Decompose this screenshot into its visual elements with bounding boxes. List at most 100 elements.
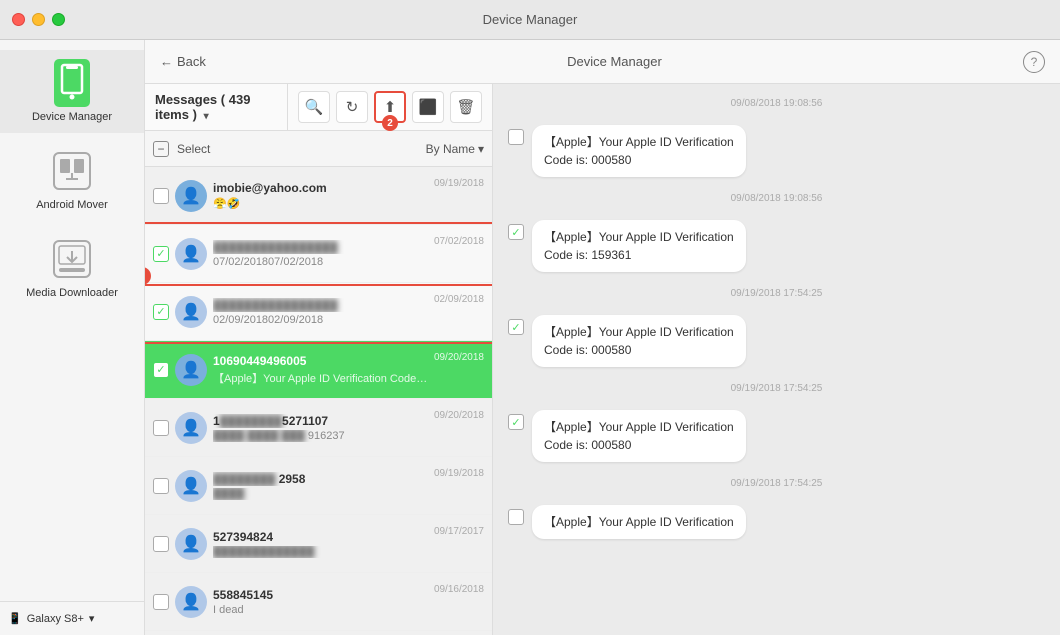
back-label: Back: [177, 54, 206, 69]
message-name: 1████████5271107: [213, 414, 428, 428]
message-date: 09/17/2017: [434, 526, 484, 537]
message-name: 10690449496005: [213, 354, 428, 368]
list-item[interactable]: 👤 527394824 █████████████ 09/17/2017: [145, 515, 492, 573]
message-info: ████████████████ 07/02/201807/02/2018: [213, 240, 428, 268]
avatar: 👤: [175, 238, 207, 270]
message-preview: 😤🤣: [213, 197, 428, 210]
message-bubble: 【Apple】Your Apple ID VerificationCode is…: [532, 410, 746, 462]
message-timestamp: 09/08/2018 19:08:56: [508, 98, 1045, 109]
list-item[interactable]: 👤 1████████5271107 ████ ████ ███ 916237 …: [145, 399, 492, 457]
annotation-2: 2: [382, 115, 398, 131]
bubble-checkbox[interactable]: [508, 129, 524, 145]
traffic-lights: [12, 13, 65, 26]
message-checkbox[interactable]: [153, 304, 169, 320]
device-icon: 📱: [8, 612, 22, 625]
export-button[interactable]: ⬆ 2: [374, 91, 406, 123]
message-name: ████████ 2958: [213, 472, 428, 486]
back-arrow-icon: ←: [160, 54, 173, 69]
deselect-all-button[interactable]: −: [153, 141, 169, 157]
delete-button[interactable]: 🗑: [450, 91, 482, 123]
sidebar-item-device-manager[interactable]: Device Manager: [0, 50, 144, 133]
message-bubble: 【Apple】Your Apple ID VerificationCode is…: [532, 315, 746, 367]
message-checkbox[interactable]: [153, 536, 169, 552]
message-detail-panel: 09/08/2018 19:08:56 【Apple】Your Apple ID…: [493, 84, 1060, 635]
sort-by-name-button[interactable]: By Name ▾: [426, 142, 484, 156]
message-checkbox[interactable]: [153, 420, 169, 436]
message-checkbox[interactable]: [153, 362, 169, 378]
main-layout: Device Manager Android Mover: [0, 40, 1060, 635]
sidebar: Device Manager Android Mover: [0, 40, 145, 635]
message-bubble: 【Apple】Your Apple ID VerificationCode is…: [532, 125, 746, 177]
avatar: 👤: [175, 412, 207, 444]
media-downloader-icon: [50, 236, 95, 281]
message-timestamp: 09/19/2018 17:54:25: [508, 478, 1045, 489]
avatar: 👤: [175, 586, 207, 618]
bubble-row: 【Apple】Your Apple ID VerificationCode is…: [508, 125, 1045, 177]
trash-icon: 🗑: [456, 98, 475, 116]
message-preview: 02/09/201802/09/2018: [213, 314, 428, 326]
sidebar-item-android-mover[interactable]: Android Mover: [0, 138, 144, 221]
bubble-checkbox[interactable]: [508, 509, 524, 525]
android-mover-icon: [50, 148, 95, 193]
import-button[interactable]: ⬛: [412, 91, 444, 123]
help-button[interactable]: ?: [1023, 51, 1045, 73]
message-checkbox[interactable]: [153, 188, 169, 204]
message-date: 09/19/2018: [434, 468, 484, 479]
message-info: 10690449496005 【Apple】Your Apple ID Veri…: [213, 354, 428, 386]
list-item[interactable]: 👤 10690449496005 【Apple】Your Apple ID Ve…: [145, 341, 492, 399]
title-dropdown-arrow[interactable]: ▾: [204, 111, 209, 122]
bubble-checkbox[interactable]: [508, 319, 524, 335]
window-title: Device Manager: [483, 12, 578, 27]
message-date: 09/19/2018: [434, 178, 484, 189]
content-area: ← Back Device Manager ? Messages (: [145, 40, 1060, 635]
device-selector[interactable]: 📱 Galaxy S8+ ▾: [8, 612, 136, 625]
message-list-panel: Messages ( 439 items ) ▾ 🔍 ↻: [145, 84, 493, 635]
search-button[interactable]: 🔍: [298, 91, 330, 123]
message-info: ████████ 2958 ████: [213, 472, 428, 500]
export-icon: ⬆: [384, 98, 397, 116]
message-name: ████████████████: [213, 298, 428, 312]
message-checkbox[interactable]: [153, 478, 169, 494]
minus-icon: −: [157, 142, 164, 156]
message-preview: 【Apple】Your Apple ID Verification Code i…: [213, 370, 428, 386]
message-date: 09/16/2018: [434, 584, 484, 595]
list-item[interactable]: 👤 ████████ 2958 ████ 09/19/2018: [145, 457, 492, 515]
message-date: 09/20/2018: [434, 352, 484, 363]
message-info: ████████████████ 02/09/201802/09/2018: [213, 298, 428, 326]
message-date: 02/09/2018: [434, 294, 484, 305]
sidebar-item-media-downloader[interactable]: Media Downloader: [0, 226, 144, 309]
refresh-button[interactable]: ↻: [336, 91, 368, 123]
bubble-checkbox[interactable]: [508, 224, 524, 240]
chevron-down-icon: ▾: [89, 612, 95, 625]
message-preview: 07/02/201807/02/2018: [213, 256, 428, 268]
search-icon: 🔍: [305, 98, 324, 116]
sidebar-item-android-mover-label: Android Mover: [36, 199, 108, 211]
annotation-1: 1: [145, 267, 151, 285]
fullscreen-button[interactable]: [52, 13, 65, 26]
message-bubble: 【Apple】Your Apple ID Verification: [532, 505, 746, 539]
select-row: − Select By Name ▾: [145, 131, 492, 167]
close-button[interactable]: [12, 13, 25, 26]
list-item[interactable]: 👤 imobie@yahoo.com 😤🤣 09/19/2018: [145, 167, 492, 225]
bubble-row: 【Apple】Your Apple ID VerificationCode is…: [508, 315, 1045, 367]
sidebar-item-device-manager-label: Device Manager: [32, 111, 112, 123]
list-item[interactable]: 👤 ████████████████ 02/09/201802/09/2018 …: [145, 283, 492, 341]
message-preview: ████ ████ ███ 916237: [213, 430, 428, 442]
message-bubble: 【Apple】Your Apple ID VerificationCode is…: [532, 220, 746, 272]
message-name: imobie@yahoo.com: [213, 181, 428, 195]
message-checkbox[interactable]: [153, 246, 169, 262]
message-checkbox[interactable]: [153, 594, 169, 610]
bubble-checkbox[interactable]: [508, 414, 524, 430]
list-item[interactable]: 👤 556597860 ... 08/21/2018: [145, 631, 492, 635]
messages-title: Messages ( 439 items ) ▾: [155, 92, 277, 122]
sidebar-item-media-downloader-label: Media Downloader: [26, 287, 118, 299]
minimize-button[interactable]: [32, 13, 45, 26]
message-list: 1 👤 imobie@yahoo.com 😤🤣 09/19/2018: [145, 167, 492, 635]
avatar: 👤: [175, 528, 207, 560]
back-button[interactable]: ← Back: [160, 54, 206, 69]
list-item[interactable]: 👤 ████████████████ 07/02/201807/02/2018 …: [145, 225, 492, 283]
message-info: 1████████5271107 ████ ████ ███ 916237: [213, 414, 428, 442]
message-name: ████████████████: [213, 240, 428, 254]
list-item[interactable]: 👤 558845145 I dead 09/16/2018: [145, 573, 492, 631]
help-icon: ?: [1031, 55, 1038, 69]
